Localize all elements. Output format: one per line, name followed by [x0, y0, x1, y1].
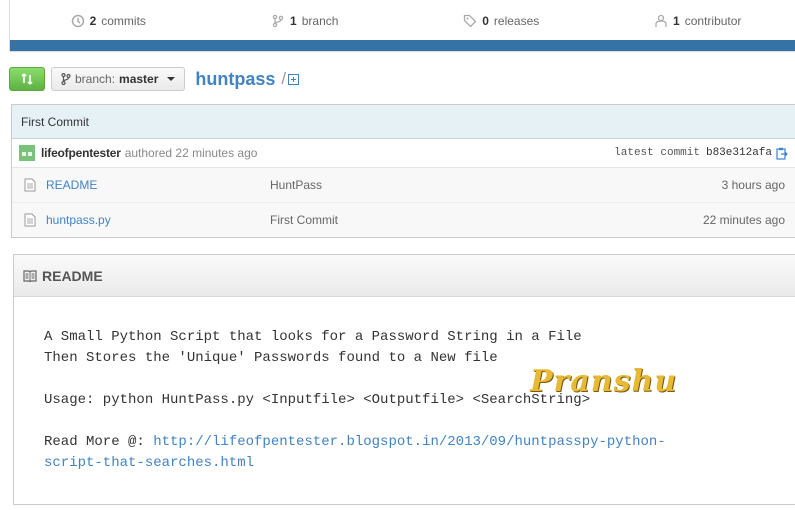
commits-stat[interactable]: 2 commits [10, 14, 207, 28]
file-name-link[interactable]: huntpass.py [46, 213, 270, 227]
history-icon [71, 14, 84, 27]
releases-stat[interactable]: 0 releases [403, 14, 600, 28]
file-text-icon [24, 213, 36, 227]
add-file-icon[interactable] [288, 73, 300, 85]
repo-name-link[interactable]: huntpass [195, 69, 275, 90]
branches-stat[interactable]: 1 branch [207, 14, 404, 28]
releases-count: 0 [482, 13, 489, 28]
path-separator: / [281, 69, 287, 88]
file-age: 22 minutes ago [702, 213, 785, 227]
readme-header: README [14, 255, 795, 297]
readme-heading: README [42, 267, 103, 284]
file-name-link[interactable]: README [46, 178, 270, 192]
releases-label: releases [493, 13, 540, 28]
branches-label: branch [301, 13, 339, 28]
read-more-label: Read More @: [44, 434, 154, 450]
readme-line: A Small Python Script that looks for a P… [44, 329, 582, 345]
organization-icon [655, 14, 667, 27]
contributors-label: contributor [684, 13, 742, 28]
compare-arrows-icon [21, 73, 33, 85]
commits-label: commits [101, 13, 146, 28]
clipboard-icon[interactable] [776, 147, 788, 160]
commit-sha[interactable]: b83e312afa [706, 147, 772, 159]
commit-time: authored 22 minutes ago [124, 146, 258, 160]
compare-button[interactable] [9, 67, 45, 91]
language-bar [10, 40, 795, 51]
branch-name: master [119, 72, 159, 86]
file-row: huntpass.py First Commit 22 minutes ago [12, 203, 795, 237]
commit-author[interactable]: lifeofpentester [41, 146, 121, 160]
file-commit-message[interactable]: HuntPass [270, 178, 722, 192]
file-listing: First Commit lifeofpentester authored 22… [11, 104, 795, 238]
avatar[interactable] [19, 145, 35, 161]
file-row: README HuntPass 3 hours ago [12, 168, 795, 203]
tag-icon [464, 14, 477, 27]
contributors-stat[interactable]: 1 contributor [600, 14, 795, 28]
file-age: 3 hours ago [721, 178, 785, 192]
readme-content: A Small Python Script that looks for a P… [14, 297, 795, 474]
watermark-signature: Pranshu [530, 364, 678, 399]
commit-meta: lifeofpentester authored 22 minutes ago … [12, 139, 795, 168]
readme-read-more-line: Read More @: http://lifeofpentester.blog… [44, 432, 767, 453]
branches-count: 1 [290, 13, 297, 28]
branch-icon [61, 73, 71, 85]
file-navigation: branch: master huntpass / [9, 66, 300, 92]
branch-icon [272, 14, 284, 27]
branch-selector[interactable]: branch: master [51, 67, 186, 91]
book-icon [23, 269, 37, 282]
commits-count: 2 [89, 13, 97, 28]
blog-link[interactable]: http://lifeofpentester.blogspot.in/2013/… [153, 434, 665, 450]
readme-blank [44, 411, 767, 432]
readme-link-continuation: script-that-searches.html [44, 453, 767, 474]
latest-commit-label: latest commit [614, 147, 700, 159]
readme-panel: README A Small Python Script that looks … [13, 254, 795, 505]
blog-link-continued[interactable]: script-that-searches.html [44, 455, 254, 471]
commit-title[interactable]: First Commit [12, 105, 795, 139]
file-commit-message[interactable]: First Commit [270, 213, 703, 227]
branch-prefix: branch: [75, 72, 116, 86]
repo-stats-bar: 2 commits 1 branch 0 releases 1 contribu… [9, 0, 795, 52]
file-text-icon [24, 178, 36, 192]
chevron-down-icon [167, 77, 176, 81]
contributors-count: 1 [673, 13, 680, 28]
